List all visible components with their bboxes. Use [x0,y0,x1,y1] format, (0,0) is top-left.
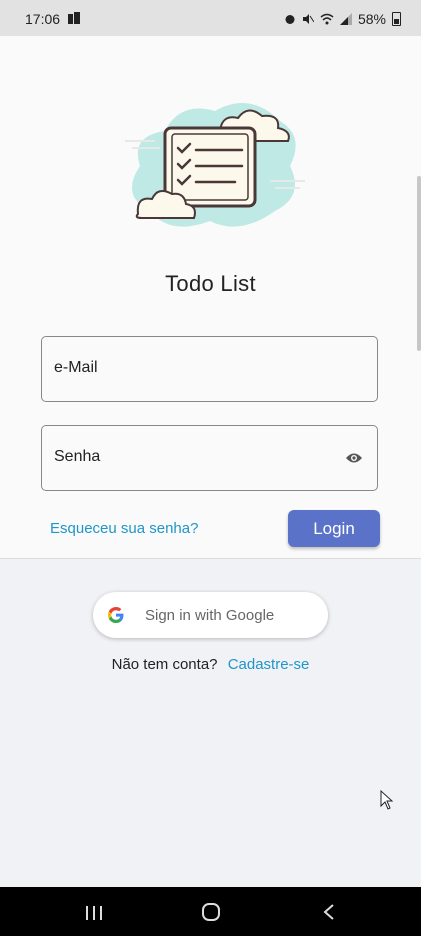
status-icons: 58% [284,11,401,27]
battery-text: 58% [357,11,386,27]
wifi-icon [320,13,334,25]
back-icon[interactable] [321,903,337,921]
notification-icon [68,11,82,27]
status-bar: 17:06 58% [0,0,421,36]
page-title: Todo List [165,271,256,296]
recents-icon[interactable] [84,905,104,921]
status-time: 17:06 [25,11,61,27]
signup-link[interactable]: Cadastre-se [228,656,310,673]
navigation-bar [0,887,421,936]
google-sign-in-label: Sign in with Google [145,607,275,624]
password-field-label: Senha [54,448,101,465]
alarm-icon [285,15,295,24]
home-icon[interactable] [201,902,221,922]
email-field-label: e-Mail [54,359,98,376]
signup-prompt: Não tem conta? [111,656,218,673]
checklist-cloud-illustration [125,103,305,227]
google-icon [108,607,124,623]
mouse-cursor-icon [380,790,394,810]
email-field[interactable]: e-Mail [41,336,378,402]
eye-icon[interactable] [345,451,363,465]
password-field[interactable]: Senha [41,425,378,491]
google-sign-in-button[interactable]: Sign in with Google [93,592,328,638]
signup-row: Não tem conta? Cadastre-se [0,656,421,673]
signal-icon [339,13,352,25]
mute-icon [302,14,314,24]
battery-icon [392,12,401,26]
scrollbar[interactable] [417,176,421,351]
login-button[interactable]: Login [288,510,380,547]
login-panel: Todo List e-Mail Senha Esqueceu sua senh… [0,36,421,559]
forgot-password-link[interactable]: Esqueceu sua senha? [50,520,198,537]
